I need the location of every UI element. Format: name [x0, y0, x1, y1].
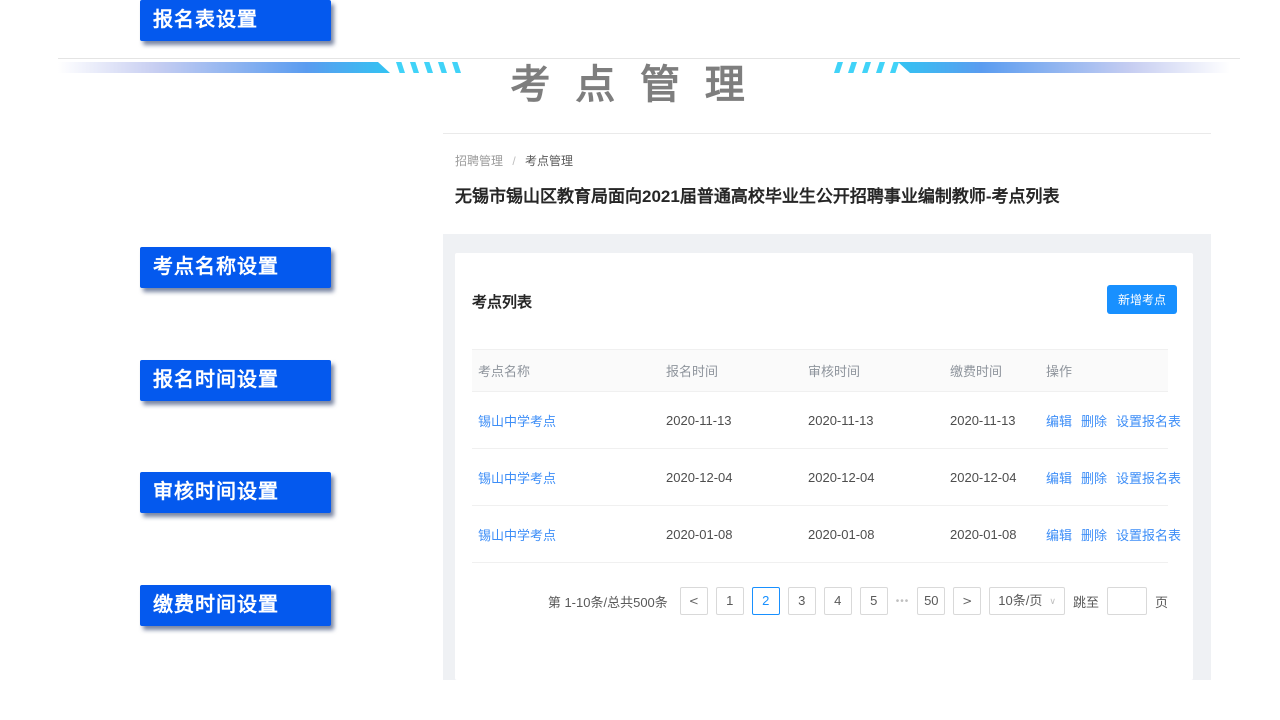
- sidebar-item-site-name-settings[interactable]: 考点名称设置: [140, 247, 331, 288]
- next-page-button[interactable]: >: [953, 587, 981, 615]
- main-content: 招聘管理 / 考点管理 无锡市锡山区教育局面向2021届普通高校毕业生公开招聘事…: [443, 133, 1211, 134]
- sidebar-item-payment-time-settings[interactable]: 缴费时间设置: [140, 585, 331, 626]
- sidebar-item-review-time-settings[interactable]: 审核时间设置: [140, 472, 331, 513]
- table-row: 锡山中学考点 2020-01-08 2020-01-08 2020-01-08 …: [472, 506, 1168, 563]
- page-unit-label: 页: [1155, 592, 1168, 611]
- apply-time-cell: 2020-01-08: [660, 527, 802, 542]
- pay-time-cell: 2020-01-08: [944, 527, 1040, 542]
- col-header-apply-time: 报名时间: [660, 361, 802, 380]
- pagination-ellipsis[interactable]: •••: [896, 596, 910, 607]
- delete-link[interactable]: 删除: [1081, 525, 1107, 544]
- banner-gradient-bar-right: [898, 62, 1230, 73]
- add-site-button[interactable]: 新增考点: [1107, 285, 1177, 314]
- delete-link[interactable]: 删除: [1081, 468, 1107, 487]
- site-name-link[interactable]: 锡山中学考点: [478, 528, 556, 543]
- edit-link[interactable]: 编辑: [1046, 468, 1072, 487]
- breadcrumb-item-recruit-management[interactable]: 招聘管理: [455, 154, 503, 168]
- apply-time-cell: 2020-11-13: [660, 413, 802, 428]
- stripe-decoration: [848, 62, 857, 73]
- chevron-down-icon: ∨: [1049, 588, 1056, 614]
- pay-time-cell: 2020-11-13: [944, 413, 1040, 428]
- page-banner-title: 考点管理: [0, 52, 1280, 110]
- pagination: 第 1-10条/总共500条 < 1 2 3 4 5 ••• 50 > 10条/…: [548, 587, 1168, 615]
- page-button-2-active[interactable]: 2: [752, 587, 780, 615]
- site-table: 考点名称 报名时间 审核时间 缴费时间 操作 锡山中学考点 2020-11-13…: [472, 349, 1168, 563]
- sidebar-item-apply-time-settings[interactable]: 报名时间设置: [140, 360, 331, 401]
- stripe-decoration: [876, 62, 885, 73]
- review-time-cell: 2020-01-08: [802, 527, 944, 542]
- set-form-link[interactable]: 设置报名表: [1116, 525, 1181, 544]
- sidebar-item-form-settings[interactable]: 报名表设置: [140, 0, 331, 41]
- pagination-total-text: 第 1-10条/总共500条: [548, 592, 668, 611]
- site-name-link[interactable]: 锡山中学考点: [478, 414, 556, 429]
- jump-to-label: 跳至: [1073, 592, 1099, 611]
- delete-link[interactable]: 删除: [1081, 411, 1107, 430]
- col-header-pay-time: 缴费时间: [944, 361, 1040, 380]
- site-name-link[interactable]: 锡山中学考点: [478, 471, 556, 486]
- edit-link[interactable]: 编辑: [1046, 525, 1072, 544]
- page-button-1[interactable]: 1: [716, 587, 744, 615]
- banner-stripes-right: [834, 62, 899, 73]
- table-row: 锡山中学考点 2020-12-04 2020-12-04 2020-12-04 …: [472, 449, 1168, 506]
- page-button-4[interactable]: 4: [824, 587, 852, 615]
- header-banner: 考点管理: [0, 38, 1280, 118]
- page-title: 无锡市锡山区教育局面向2021届普通高校毕业生公开招聘事业编制教师-考点列表: [455, 182, 1211, 207]
- apply-time-cell: 2020-12-04: [660, 470, 802, 485]
- page-button-5[interactable]: 5: [860, 587, 888, 615]
- stripe-decoration: [890, 62, 899, 73]
- col-header-site-name: 考点名称: [472, 361, 660, 380]
- review-time-cell: 2020-12-04: [802, 470, 944, 485]
- breadcrumb-item-site-management: 考点管理: [525, 154, 573, 168]
- set-form-link[interactable]: 设置报名表: [1116, 411, 1181, 430]
- col-header-actions: 操作: [1040, 361, 1168, 380]
- prev-page-button[interactable]: <: [680, 587, 708, 615]
- set-form-link[interactable]: 设置报名表: [1116, 468, 1181, 487]
- table-header-row: 考点名称 报名时间 审核时间 缴费时间 操作: [472, 349, 1168, 392]
- content-panel: 考点列表 新增考点 考点名称 报名时间 审核时间 缴费时间 操作 锡山中学考点 …: [443, 234, 1211, 680]
- page-size-select[interactable]: 10条/页 ∨: [989, 587, 1065, 615]
- page-size-value: 10条/页: [998, 588, 1042, 614]
- col-header-review-time: 审核时间: [802, 361, 944, 380]
- review-time-cell: 2020-11-13: [802, 413, 944, 428]
- pay-time-cell: 2020-12-04: [944, 470, 1040, 485]
- stripe-decoration: [862, 62, 871, 73]
- table-row: 锡山中学考点 2020-11-13 2020-11-13 2020-11-13 …: [472, 392, 1168, 449]
- page-button-50[interactable]: 50: [917, 587, 945, 615]
- breadcrumb-separator: /: [512, 154, 515, 168]
- site-list-card: 考点列表 新增考点 考点名称 报名时间 审核时间 缴费时间 操作 锡山中学考点 …: [455, 253, 1193, 680]
- card-title: 考点列表: [472, 291, 532, 312]
- breadcrumb: 招聘管理 / 考点管理: [455, 152, 573, 169]
- page-button-3[interactable]: 3: [788, 587, 816, 615]
- jump-to-page-input[interactable]: [1107, 587, 1147, 615]
- edit-link[interactable]: 编辑: [1046, 411, 1072, 430]
- stripe-decoration: [834, 62, 843, 73]
